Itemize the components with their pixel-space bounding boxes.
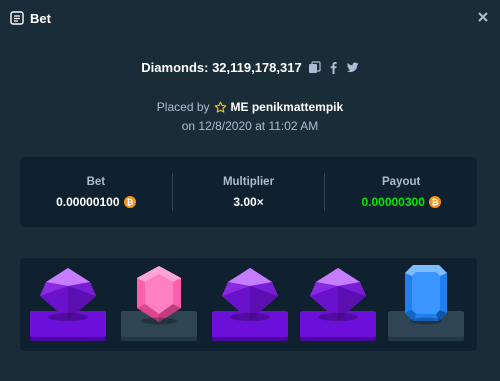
multiplier-stat: Multiplier 3.00× [173, 176, 325, 209]
gem-tile [378, 258, 464, 351]
close-icon[interactable] [476, 10, 490, 24]
bitcoin-icon: ₿ [428, 195, 441, 208]
placed-by-line: Placed by ME penikmattempik [0, 100, 500, 114]
bet-stat: Bet 0.00000100 ₿ [20, 176, 172, 209]
svg-text:₿: ₿ [126, 197, 133, 207]
facebook-icon[interactable] [327, 61, 340, 74]
payout-stat: Payout 0.00000300 ₿ [325, 176, 477, 209]
payout-amount: 0.00000300 ₿ [361, 194, 441, 209]
purple-diamond-icon [222, 268, 278, 321]
bet-label: Bet [86, 175, 106, 188]
game-title: Diamonds: 32,119,178,317 [141, 60, 302, 75]
svg-text:₿: ₿ [431, 197, 438, 207]
twitter-icon[interactable] [346, 61, 359, 74]
gem-tile [290, 258, 376, 351]
purple-diamond-icon [40, 268, 96, 321]
modal-title-group: Bet [10, 11, 51, 26]
bet-amount: 0.00000100 ₿ [56, 194, 136, 209]
bet-date: on 12/8/2020 at 11:02 AM [181, 119, 319, 133]
bet-stats-panel: Bet 0.00000100 ₿ Multiplier 3.00× Payout… [20, 157, 477, 227]
gems-result-panel [20, 258, 477, 351]
payout-label: Payout [382, 175, 421, 188]
gem-tile [202, 258, 288, 351]
gem-tile [111, 258, 197, 351]
user-name-link[interactable]: ME penikmattempik [231, 100, 344, 114]
placed-by-label: Placed by [156, 100, 210, 114]
game-summary-line: Diamonds: 32,119,178,317 [0, 60, 500, 75]
pink-gem-icon [137, 266, 181, 325]
bitcoin-icon: ₿ [123, 195, 136, 208]
modal-title: Bet [30, 10, 51, 26]
multiplier-label: Multiplier [222, 175, 275, 188]
bet-value: 0.00000100 [56, 194, 120, 209]
gem-tile [20, 258, 106, 351]
modal-header: Bet [0, 0, 500, 36]
copy-icon[interactable] [308, 61, 321, 74]
multiplier-value: 3.00× [233, 194, 264, 209]
blue-gem-icon [405, 265, 447, 325]
star-icon [214, 101, 226, 113]
purple-diamond-icon [310, 268, 366, 321]
payout-value: 0.00000300 [361, 194, 425, 209]
bet-slip-icon [10, 11, 24, 25]
